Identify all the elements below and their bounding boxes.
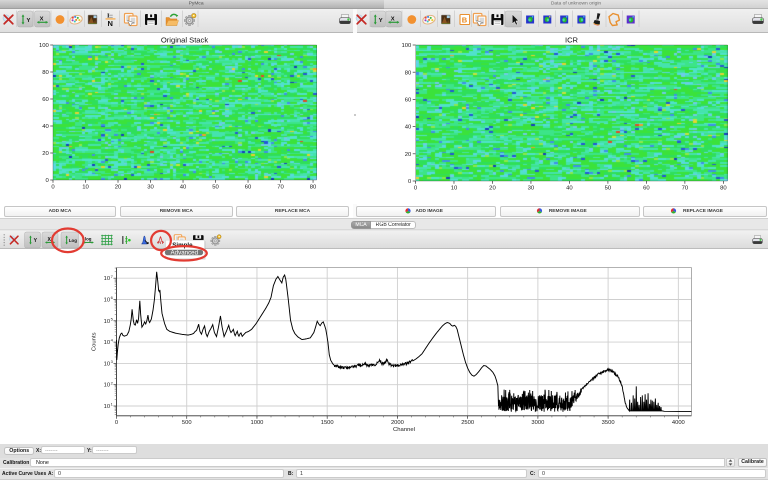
svg-text:log: log bbox=[85, 236, 92, 241]
svg-text:10: 10 bbox=[104, 361, 110, 367]
svg-text:X: X bbox=[40, 17, 44, 23]
svg-text:10: 10 bbox=[82, 185, 89, 191]
svg-text:Original Stack: Original Stack bbox=[161, 35, 208, 44]
svg-text:10: 10 bbox=[104, 340, 110, 346]
svg-text:4000: 4000 bbox=[672, 420, 685, 426]
svg-text:1500: 1500 bbox=[321, 420, 334, 426]
svg-text:X: X bbox=[391, 17, 395, 23]
svg-text:N: N bbox=[108, 19, 113, 28]
svg-text:60: 60 bbox=[643, 186, 650, 192]
svg-text:40: 40 bbox=[42, 124, 49, 130]
svg-text:Counts: Counts bbox=[92, 332, 98, 351]
svg-text:2500: 2500 bbox=[461, 420, 474, 426]
svg-text:70: 70 bbox=[277, 185, 284, 191]
svg-text:40: 40 bbox=[180, 185, 187, 191]
svg-text:Y: Y bbox=[27, 18, 31, 24]
svg-text:Y: Y bbox=[34, 238, 38, 244]
svg-text:80: 80 bbox=[42, 70, 49, 76]
svg-text:5: 5 bbox=[111, 316, 114, 321]
svg-text:100: 100 bbox=[401, 43, 412, 49]
svg-text:60: 60 bbox=[245, 185, 252, 191]
svg-text:100: 100 bbox=[39, 43, 50, 49]
svg-text:2: 2 bbox=[111, 380, 114, 385]
svg-text:50: 50 bbox=[605, 186, 612, 192]
svg-text:Channel: Channel bbox=[393, 427, 415, 433]
svg-text:50: 50 bbox=[212, 185, 219, 191]
svg-text:7: 7 bbox=[111, 274, 114, 279]
svg-text:30: 30 bbox=[147, 185, 154, 191]
svg-text:4: 4 bbox=[111, 338, 114, 343]
svg-text:20: 20 bbox=[489, 186, 496, 192]
svg-text:FIT: FIT bbox=[157, 240, 164, 245]
svg-text:B: B bbox=[462, 15, 468, 24]
svg-text:10: 10 bbox=[104, 276, 110, 282]
svg-text:20: 20 bbox=[42, 151, 49, 157]
svg-text:0: 0 bbox=[414, 186, 418, 192]
svg-text:30: 30 bbox=[528, 186, 535, 192]
svg-text:60: 60 bbox=[405, 98, 412, 104]
svg-text:80: 80 bbox=[405, 70, 412, 76]
svg-text:80: 80 bbox=[720, 186, 727, 192]
svg-text:70: 70 bbox=[682, 186, 689, 192]
svg-text:Log: Log bbox=[69, 238, 77, 243]
svg-text:0: 0 bbox=[46, 178, 50, 184]
svg-text:10: 10 bbox=[451, 186, 458, 192]
svg-text:60: 60 bbox=[42, 97, 49, 103]
svg-text:ICR: ICR bbox=[565, 35, 579, 44]
svg-text:3: 3 bbox=[111, 359, 114, 364]
svg-text:X: X bbox=[47, 237, 51, 243]
svg-text:Y: Y bbox=[379, 18, 383, 24]
svg-text:80: 80 bbox=[310, 185, 317, 191]
svg-text:0: 0 bbox=[115, 420, 118, 426]
svg-text:6: 6 bbox=[111, 295, 114, 300]
svg-text:10: 10 bbox=[104, 404, 110, 410]
svg-text:10: 10 bbox=[104, 319, 110, 325]
svg-text:1000: 1000 bbox=[251, 420, 264, 426]
svg-text:0: 0 bbox=[51, 185, 55, 191]
svg-text:40: 40 bbox=[566, 186, 573, 192]
svg-text:Advanced: Advanced bbox=[171, 249, 199, 256]
svg-text:40: 40 bbox=[405, 125, 412, 131]
svg-text:3500: 3500 bbox=[602, 420, 615, 426]
svg-text:3000: 3000 bbox=[531, 420, 544, 426]
svg-text:2000: 2000 bbox=[391, 420, 404, 426]
svg-text:0: 0 bbox=[408, 179, 412, 185]
svg-text:1: 1 bbox=[111, 402, 114, 407]
svg-text:20: 20 bbox=[405, 152, 412, 158]
svg-text:20: 20 bbox=[115, 185, 122, 191]
svg-text:10: 10 bbox=[104, 298, 110, 304]
svg-text:500: 500 bbox=[182, 420, 192, 426]
svg-text:10: 10 bbox=[104, 383, 110, 389]
